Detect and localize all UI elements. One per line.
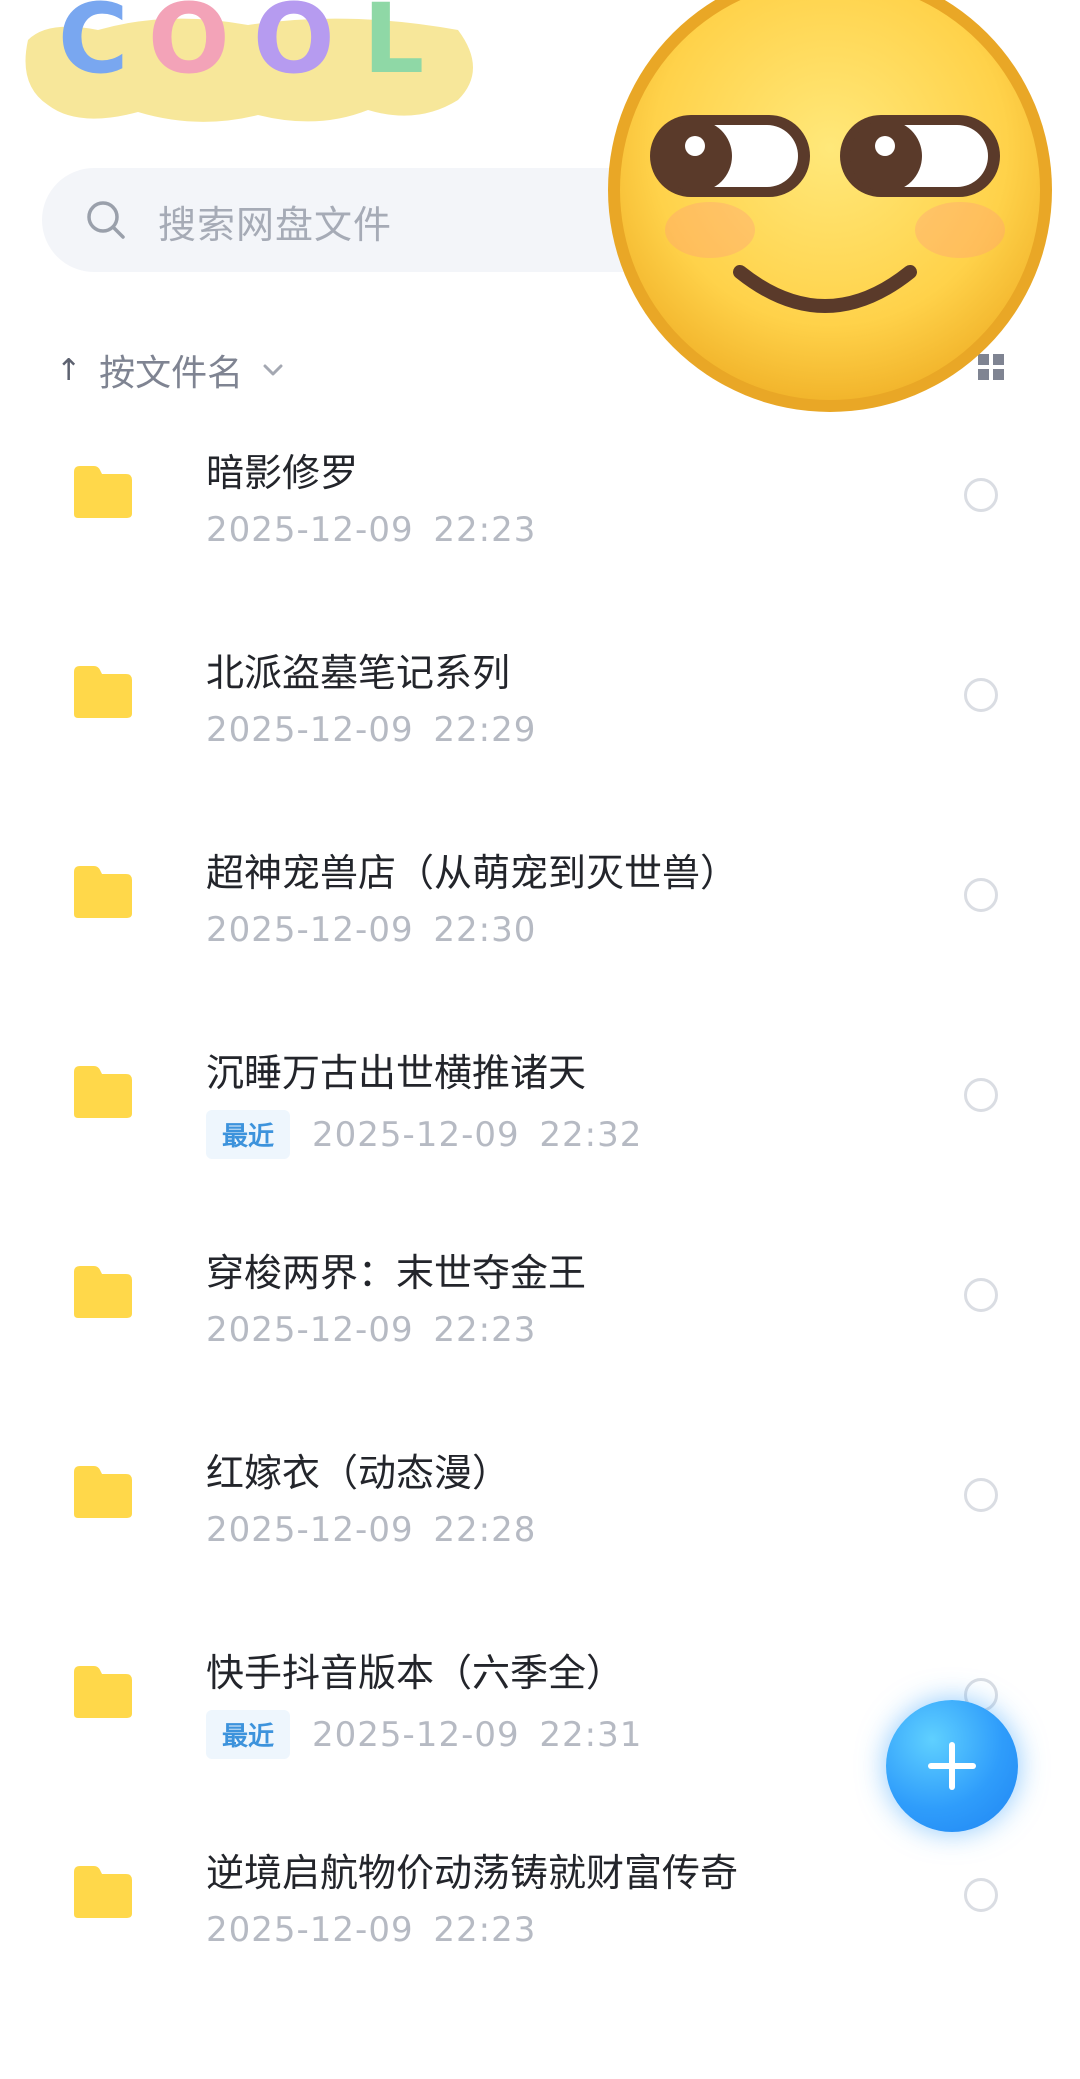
select-radio[interactable]: [964, 1878, 998, 1912]
folder-icon: [74, 666, 132, 718]
file-name: 快手抖音版本（六季全）: [206, 1651, 625, 1695]
file-row[interactable]: 北派盗墓笔记系列 2025-12-09 22:29: [0, 620, 1080, 820]
file-meta: 2025-12-09 22:28: [206, 1510, 536, 1550]
file-time: 2025-12-09 22:30: [206, 910, 537, 950]
file-name: 穿梭两界：末世夺金王: [206, 1251, 587, 1295]
file-time: 2025-12-09 22:32: [312, 1114, 643, 1155]
smirk-emoji-sticker: [608, 0, 1052, 412]
plus-icon: [928, 1742, 976, 1790]
select-radio[interactable]: [964, 678, 998, 712]
folder-icon: [74, 1466, 132, 1518]
folder-icon: [74, 1866, 132, 1918]
select-radio[interactable]: [964, 1278, 998, 1312]
cool-letter-o1: O: [148, 0, 230, 95]
file-meta: 最近 2025-12-09 22:32: [206, 1110, 642, 1159]
file-row[interactable]: 暗影修罗 2025-12-09 22:23: [0, 420, 1080, 620]
sort-selector[interactable]: ↑ 按文件名: [56, 340, 283, 400]
file-time: 2025-12-09 22:28: [206, 1510, 537, 1550]
select-radio[interactable]: [964, 478, 998, 512]
file-name: 沉睡万古出世横推诸天: [206, 1051, 587, 1095]
cool-letter-l: L: [363, 0, 424, 95]
search-placeholder: 搜索网盘文件: [158, 203, 393, 247]
file-meta: 2025-12-09 22:23: [206, 510, 536, 550]
file-meta: 2025-12-09 22:23: [206, 1910, 536, 1950]
file-time: 2025-12-09 22:31: [312, 1714, 643, 1755]
file-meta: 2025-12-09 22:29: [206, 710, 536, 750]
file-meta: 最近 2025-12-09 22:31: [206, 1710, 642, 1759]
cool-letter-c: C: [58, 0, 128, 95]
cool-letter-o2: O: [253, 0, 335, 95]
file-row[interactable]: 逆境启航物价动荡铸就财富传奇 2025-12-09 22:23: [0, 1820, 1080, 2020]
search-icon: [87, 201, 125, 239]
file-row[interactable]: 超神宠兽店（从萌宠到灭世兽） 2025-12-09 22:30: [0, 820, 1080, 1020]
select-radio[interactable]: [964, 878, 998, 912]
file-meta: 2025-12-09 22:30: [206, 910, 536, 950]
file-name: 暗影修罗: [206, 451, 359, 495]
file-meta: 2025-12-09 22:23: [206, 1310, 536, 1350]
file-name: 北派盗墓笔记系列: [206, 651, 511, 695]
folder-icon: [74, 1066, 132, 1118]
folder-icon: [74, 1266, 132, 1318]
select-radio[interactable]: [964, 1078, 998, 1112]
file-time: 2025-12-09 22:23: [206, 510, 537, 550]
file-row[interactable]: 红嫁衣（动态漫） 2025-12-09 22:28: [0, 1420, 1080, 1620]
add-button[interactable]: [886, 1700, 1018, 1832]
file-name: 逆境启航物价动荡铸就财富传奇: [206, 1851, 739, 1895]
folder-icon: [74, 466, 132, 518]
file-name: 红嫁衣（动态漫）: [206, 1451, 511, 1495]
file-time: 2025-12-09 22:29: [206, 710, 537, 750]
select-radio[interactable]: [964, 1478, 998, 1512]
chevron-down-icon: [263, 364, 283, 376]
sort-label: 按文件名: [99, 353, 244, 394]
file-time: 2025-12-09 22:23: [206, 1910, 537, 1950]
arrow-up-icon: ↑: [56, 352, 82, 388]
folder-icon: [74, 1666, 132, 1718]
file-name: 超神宠兽店（从萌宠到灭世兽）: [206, 851, 739, 895]
cool-sticker-image: C O O L: [25, 0, 473, 122]
folder-icon: [74, 866, 132, 918]
file-row[interactable]: 沉睡万古出世横推诸天 最近 2025-12-09 22:32: [0, 1020, 1080, 1220]
recent-badge: 最近: [206, 1110, 291, 1159]
recent-badge: 最近: [206, 1710, 291, 1759]
file-time: 2025-12-09 22:23: [206, 1310, 537, 1350]
file-row[interactable]: 穿梭两界：末世夺金王 2025-12-09 22:23: [0, 1220, 1080, 1420]
